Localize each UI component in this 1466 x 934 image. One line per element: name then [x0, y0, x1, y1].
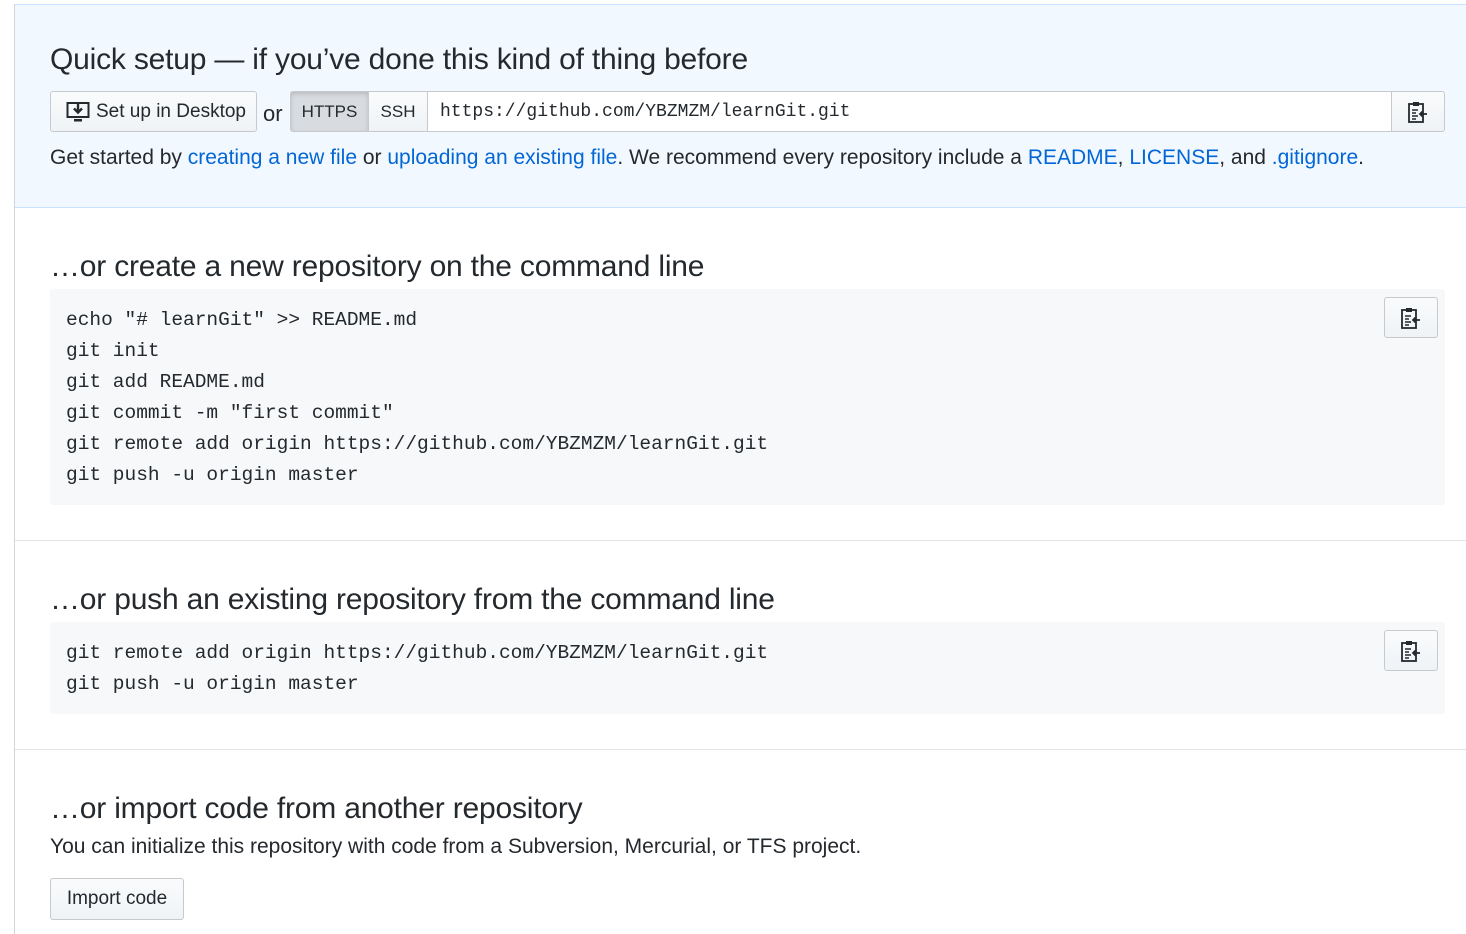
push-repo-code-block: git remote add origin https://github.com… — [50, 622, 1445, 714]
uploading-existing-file-link[interactable]: uploading an existing file — [387, 146, 617, 169]
create-repo-code-block: echo "# learnGit" >> README.md git init … — [50, 289, 1445, 505]
push-repo-code: git remote add origin https://github.com… — [66, 642, 769, 695]
copy-push-code-button[interactable] — [1384, 630, 1438, 671]
hint-text: , and — [1219, 146, 1272, 169]
gitignore-link[interactable]: .gitignore — [1272, 146, 1358, 169]
desktop-download-icon — [66, 101, 90, 123]
clippy-icon — [1407, 100, 1429, 124]
import-section: …or import code from another repository … — [15, 750, 1466, 920]
setup-desktop-label: Set up in Desktop — [96, 100, 246, 122]
clippy-icon — [1400, 639, 1422, 663]
clippy-icon — [1400, 306, 1422, 330]
quick-setup-panel: Quick setup — if you’ve done this kind o… — [15, 5, 1466, 208]
create-repo-code: echo "# learnGit" >> README.md git init … — [66, 309, 769, 486]
hint-text: . We recommend every repository include … — [617, 146, 1028, 169]
push-repo-section: …or push an existing repository from the… — [15, 541, 1466, 750]
license-link[interactable]: LICENSE — [1129, 146, 1219, 169]
ssh-label: SSH — [380, 101, 416, 121]
or-text: or — [263, 101, 283, 126]
hint-text: Get started by — [50, 146, 188, 169]
quick-setup-title: Quick setup — if you’ve done this kind o… — [50, 43, 748, 76]
ssh-toggle[interactable]: SSH — [368, 91, 428, 132]
https-toggle[interactable]: HTTPS — [290, 91, 369, 132]
create-repo-title: …or create a new repository on the comma… — [50, 250, 705, 283]
hint-text: , — [1117, 146, 1130, 169]
https-label: HTTPS — [301, 101, 358, 121]
copy-url-button[interactable] — [1391, 91, 1445, 132]
clone-url-input[interactable] — [427, 91, 1392, 132]
creating-new-file-link[interactable]: creating a new file — [188, 146, 357, 169]
quick-setup-hint: Get started by creating a new file or up… — [50, 146, 1364, 170]
hint-text: . — [1358, 146, 1364, 169]
copy-create-code-button[interactable] — [1384, 297, 1438, 338]
readme-link[interactable]: README — [1028, 146, 1118, 169]
push-repo-title: …or push an existing repository from the… — [50, 583, 775, 616]
import-title: …or import code from another repository — [50, 792, 583, 825]
import-description: You can initialize this repository with … — [50, 835, 862, 858]
import-code-button[interactable]: Import code — [50, 878, 184, 920]
create-repo-section: …or create a new repository on the comma… — [15, 208, 1466, 541]
hint-text: or — [357, 146, 388, 169]
import-code-label: Import code — [66, 888, 168, 909]
setup-desktop-button[interactable]: Set up in Desktop — [50, 91, 257, 132]
